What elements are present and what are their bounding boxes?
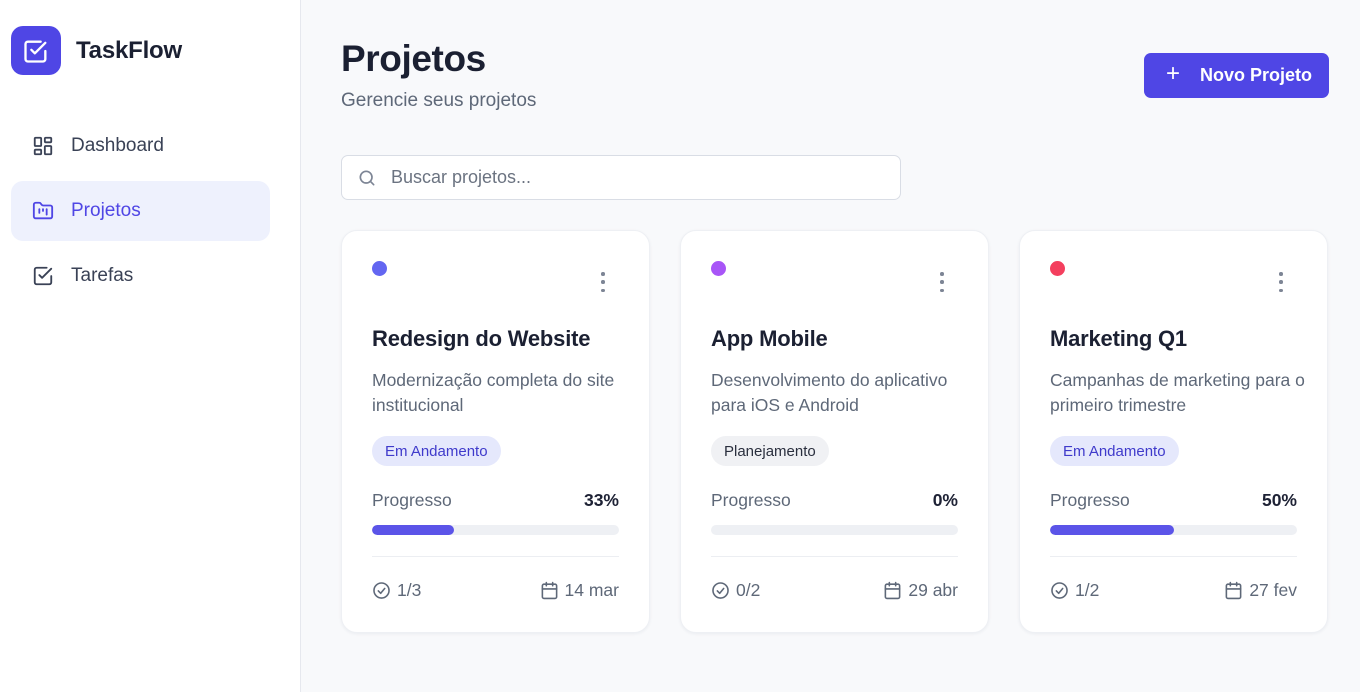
app-name: TaskFlow — [76, 36, 182, 64]
task-count-text: 1/3 — [397, 580, 422, 600]
task-count: 1/3 — [372, 580, 421, 601]
project-title: App Mobile — [711, 326, 828, 351]
search-box[interactable] — [341, 155, 901, 200]
project-description: Campanhas de marketing para o primeiro t… — [1050, 370, 1305, 415]
taskflow-logo-icon — [11, 26, 61, 75]
due-date: 27 fev — [1224, 580, 1297, 601]
due-date: 29 abr — [883, 580, 958, 601]
status-badge: Planejamento — [711, 436, 829, 466]
folder-kanban-icon — [32, 200, 54, 222]
progress-label: Progresso — [1050, 490, 1130, 510]
project-title: Marketing Q1 — [1050, 326, 1187, 351]
progress-value: 33% — [583, 490, 619, 510]
check-circle-icon — [372, 581, 391, 600]
card-divider — [1050, 556, 1297, 557]
project-title: Redesign do Website — [372, 326, 591, 351]
sidebar-item-label: Dashboard — [71, 135, 164, 156]
progress-bar — [372, 525, 619, 535]
sidebar-item-label: Tarefas — [71, 265, 134, 286]
checkbox-icon — [32, 265, 54, 287]
project-color-dot — [372, 261, 387, 276]
page-title: Projetos — [341, 38, 486, 79]
new-project-button[interactable]: + Novo Projeto — [1144, 53, 1329, 98]
calendar-icon — [1224, 581, 1243, 600]
task-count: 0/2 — [711, 580, 760, 601]
new-project-label: Novo Projeto — [1200, 65, 1313, 85]
sidebar-item-label: Projetos — [71, 200, 141, 221]
check-circle-icon — [1050, 581, 1069, 600]
progress-bar-fill — [1050, 525, 1174, 535]
progress-label: Progresso — [372, 490, 452, 510]
more-options-icon[interactable] — [1273, 272, 1289, 292]
plus-icon: + — [1166, 60, 1181, 87]
status-badge: Em Andamento — [372, 436, 501, 466]
sidebar: TaskFlow Dashboard Projetos Tarefas — [0, 0, 301, 692]
calendar-icon — [540, 581, 559, 600]
project-description: Modernização completa do site institucio… — [372, 370, 615, 415]
project-card[interactable]: Marketing Q1 Campanhas de marketing para… — [1019, 230, 1328, 633]
task-count-text: 0/2 — [736, 580, 761, 600]
due-date: 14 mar — [540, 580, 619, 601]
sidebar-item-tarefas[interactable]: Tarefas — [11, 246, 270, 306]
card-divider — [372, 556, 619, 557]
project-color-dot — [711, 261, 726, 276]
main-content: Projetos Gerencie seus projetos + Novo P… — [301, 0, 1360, 692]
more-options-icon[interactable] — [934, 272, 950, 292]
page-subtitle: Gerencie seus projetos — [341, 90, 537, 111]
project-card[interactable]: Redesign do Website Modernização complet… — [341, 230, 650, 633]
dashboard-grid-icon — [32, 135, 54, 157]
progress-label: Progresso — [711, 490, 791, 510]
project-color-dot — [1050, 261, 1065, 276]
brand[interactable]: TaskFlow — [11, 26, 182, 75]
search-icon — [357, 168, 377, 188]
due-date-text: 27 fev — [1249, 580, 1297, 600]
search-input[interactable] — [391, 167, 871, 188]
task-count-text: 1/2 — [1075, 580, 1100, 600]
progress-bar-fill — [372, 525, 454, 535]
status-badge: Em Andamento — [1050, 436, 1179, 466]
calendar-icon — [883, 581, 902, 600]
task-count: 1/2 — [1050, 580, 1099, 601]
due-date-text: 29 abr — [908, 580, 958, 600]
check-circle-icon — [711, 581, 730, 600]
card-divider — [711, 556, 958, 557]
progress-value: 0% — [932, 490, 958, 510]
progress-value: 50% — [1261, 490, 1297, 510]
progress-bar — [711, 525, 958, 535]
more-options-icon[interactable] — [595, 272, 611, 292]
sidebar-item-projetos[interactable]: Projetos — [11, 181, 270, 241]
project-card[interactable]: App Mobile Desenvolvimento do aplicativo… — [680, 230, 989, 633]
due-date-text: 14 mar — [564, 580, 619, 600]
sidebar-item-dashboard[interactable]: Dashboard — [11, 116, 270, 176]
project-description: Desenvolvimento do aplicativo para iOS e… — [711, 370, 948, 415]
progress-bar — [1050, 525, 1297, 535]
sidebar-nav: Dashboard Projetos Tarefas — [11, 116, 270, 311]
project-cards: Redesign do Website Modernização complet… — [341, 230, 1328, 633]
